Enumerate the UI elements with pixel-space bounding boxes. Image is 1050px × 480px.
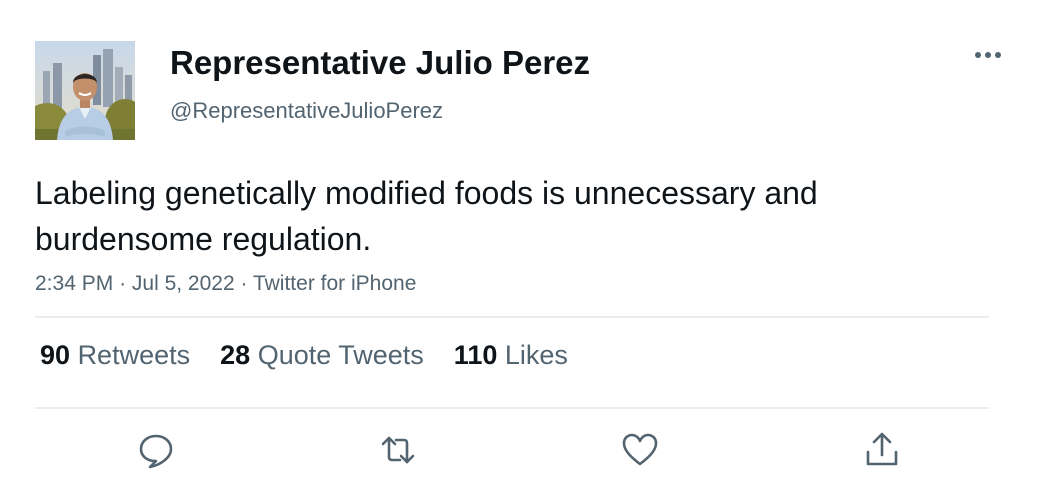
tweet-source[interactable]: Twitter for iPhone — [253, 272, 416, 295]
meta-separator: · — [119, 272, 127, 295]
divider — [35, 316, 989, 318]
meta-separator: · — [240, 272, 248, 295]
quote-tweets-count: 28 — [220, 340, 251, 370]
more-options-icon[interactable] — [970, 40, 1006, 70]
tweet-date[interactable]: Jul 5, 2022 — [132, 272, 235, 295]
tweet-meta: 2:34 PM · Jul 5, 2022 · Twitter for iPho… — [35, 272, 416, 296]
display-name[interactable]: Representative Julio Perez — [170, 44, 590, 82]
avatar[interactable] — [35, 41, 135, 140]
quote-tweets-stat[interactable]: 28 Quote Tweets — [220, 340, 424, 371]
tweet-time[interactable]: 2:34 PM — [35, 272, 113, 295]
retweets-label: Retweets — [77, 340, 191, 370]
avatar-photo — [35, 41, 135, 140]
divider — [35, 407, 989, 409]
likes-label: Likes — [504, 340, 568, 370]
user-handle[interactable]: @RepresentativeJulioPerez — [170, 98, 443, 124]
likes-count: 110 — [453, 340, 498, 370]
tweet-stats: 90 Retweets 28 Quote Tweets 110 Likes — [40, 340, 598, 371]
retweets-count: 90 — [40, 340, 71, 370]
likes-stat[interactable]: 110 Likes — [454, 340, 568, 371]
reply-icon[interactable] — [136, 430, 176, 470]
like-icon[interactable] — [620, 430, 660, 470]
quote-tweets-label: Quote Tweets — [257, 340, 424, 370]
share-icon[interactable] — [862, 430, 902, 470]
retweet-icon[interactable] — [378, 430, 418, 470]
tweet-text: Labeling genetically modified foods is u… — [35, 175, 818, 257]
retweets-stat[interactable]: 90 Retweets — [40, 340, 190, 371]
